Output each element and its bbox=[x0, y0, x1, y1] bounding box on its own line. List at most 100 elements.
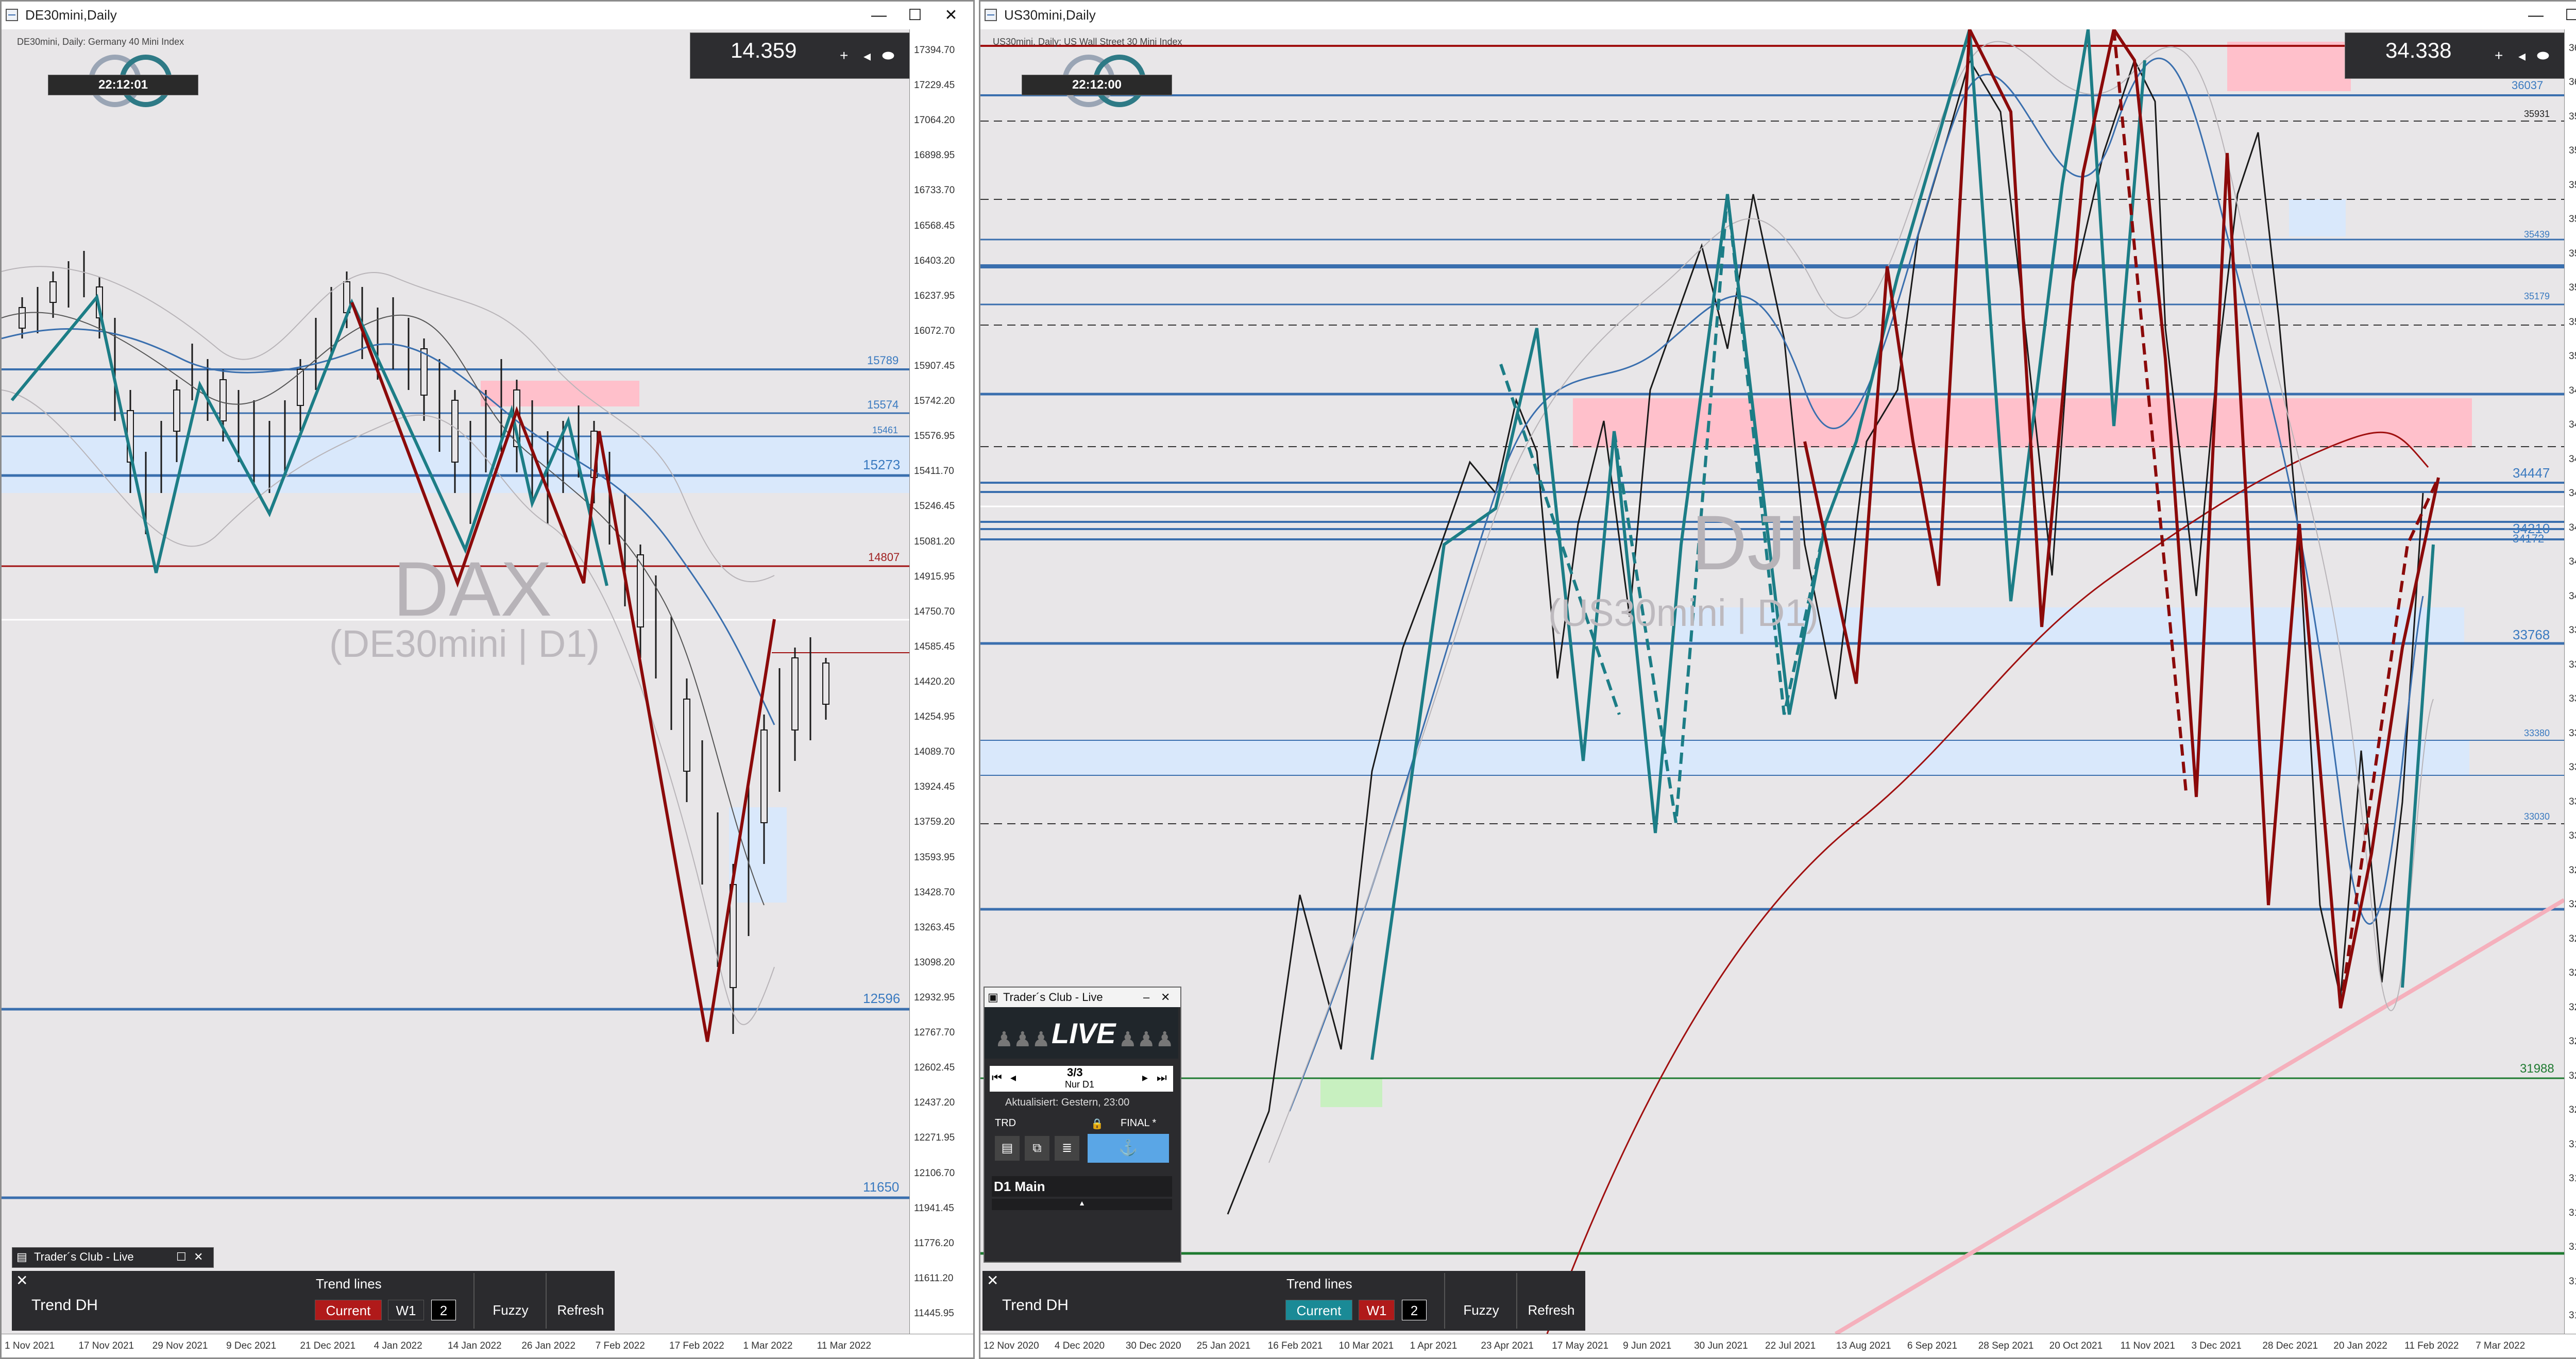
left-window-title: DE30mini,Daily bbox=[25, 7, 117, 23]
time-axis-label: 1 Nov 2021 bbox=[5, 1340, 55, 1351]
trend-panel-name: Trend DH bbox=[31, 1297, 98, 1314]
btn-w1[interactable]: W1 bbox=[1359, 1300, 1395, 1320]
plus-icon[interactable]: + bbox=[2495, 47, 2503, 64]
right-titlebar[interactable]: US30mini,Daily — ☐ ✕ bbox=[980, 2, 2576, 30]
arrow-left-icon[interactable]: ◂ bbox=[2518, 47, 2526, 64]
right-clock: 22:12:00 bbox=[1022, 75, 1172, 95]
minimize-button[interactable]: — bbox=[864, 4, 894, 27]
btn-count[interactable]: 2 bbox=[1402, 1300, 1427, 1320]
price-axis-label: 13759.20 bbox=[914, 817, 955, 828]
right-window-title: US30mini,Daily bbox=[1004, 7, 1096, 23]
price-axis-label: 35816.00 bbox=[2569, 145, 2576, 157]
price-axis-label: 31192.00 bbox=[2569, 1310, 2576, 1321]
time-axis-label: 20 Jan 2022 bbox=[2333, 1340, 2387, 1351]
left-chart-area[interactable]: DE30mini, Daily: Germany 40 Mini Index D… bbox=[2, 29, 909, 1334]
left-titlebar[interactable]: DE30mini,Daily — ☐ ✕ bbox=[2, 2, 973, 30]
btn-fuzzy[interactable]: Fuzzy bbox=[1451, 1300, 1511, 1320]
time-axis-label: 10 Mar 2021 bbox=[1338, 1340, 1394, 1351]
price-axis-label: 13263.45 bbox=[914, 922, 955, 933]
price-axis-label: 34184.00 bbox=[2569, 556, 2576, 568]
toggle-icon[interactable]: ⬬ bbox=[882, 47, 894, 64]
price-axis-label: 15907.45 bbox=[914, 361, 955, 371]
tc-live-banner: LIVE ♟♟♟ ♟♟♟ bbox=[985, 1007, 1178, 1059]
arrow-left-icon[interactable]: ◂ bbox=[863, 47, 871, 64]
level-label-33768: 33768 bbox=[2513, 627, 2550, 642]
silhouettes-icon-2: ♟♟♟ bbox=[1118, 1028, 1174, 1051]
right-time-axis: 12 Nov 2020 4 Dec 2020 30 Dec 2020 25 Jan 2… bbox=[980, 1334, 2576, 1357]
maximize-button[interactable]: ☐ bbox=[2557, 4, 2576, 27]
time-axis-label: 22 Jul 2021 bbox=[1765, 1340, 1816, 1351]
close-icon[interactable]: ✕ bbox=[16, 1272, 28, 1289]
time-axis-label: 4 Dec 2020 bbox=[1054, 1340, 1105, 1351]
time-axis-label: 23 Apr 2021 bbox=[1481, 1340, 1534, 1351]
close-icon[interactable]: ✕ bbox=[987, 1272, 998, 1289]
time-axis-label: 1 Mar 2022 bbox=[743, 1340, 793, 1351]
tc-app-icon: ▣ bbox=[988, 991, 998, 1004]
time-axis-label: 25 Jan 2021 bbox=[1196, 1340, 1251, 1351]
tc-title: Trader´s Club - Live bbox=[1003, 991, 1103, 1004]
price-axis-label: 34048.00 bbox=[2569, 590, 2576, 602]
close-button[interactable]: ✕ bbox=[936, 4, 966, 27]
btn-w1[interactable]: W1 bbox=[388, 1300, 424, 1320]
price-axis-label: 12932.95 bbox=[914, 992, 955, 1003]
price-axis-label: 14585.45 bbox=[914, 641, 955, 652]
level-label-15789: 15789 bbox=[867, 354, 899, 367]
stack-icon[interactable]: ≣ bbox=[1055, 1136, 1079, 1161]
price-axis-label: 31320.00 bbox=[2569, 1276, 2576, 1287]
first-icon[interactable]: ⏮ bbox=[992, 1071, 1002, 1084]
btn-refresh[interactable]: Refresh bbox=[1520, 1300, 1582, 1320]
minimize-icon[interactable]: – bbox=[1143, 988, 1149, 1007]
level-label-12596: 12596 bbox=[863, 991, 901, 1006]
close-icon[interactable]: ✕ bbox=[1161, 988, 1170, 1007]
tc-trd-label: TRD bbox=[995, 1117, 1016, 1129]
prev-icon[interactable]: ◂ bbox=[1010, 1071, 1016, 1084]
price-axis-label: 31736.00 bbox=[2569, 1173, 2576, 1184]
doc-icon[interactable]: ▤ bbox=[995, 1136, 1020, 1161]
price-axis-label: 13924.45 bbox=[914, 782, 955, 793]
level-label-15461: 15461 bbox=[872, 425, 899, 435]
btn-current[interactable]: Current bbox=[1285, 1300, 1352, 1320]
price-axis-label: 17229.45 bbox=[914, 80, 955, 91]
level-label-36037: 36037 bbox=[2512, 79, 2544, 92]
time-axis-label: 28 Dec 2021 bbox=[2262, 1340, 2318, 1351]
maximize-button[interactable]: ☐ bbox=[900, 4, 930, 27]
plus-icon[interactable]: + bbox=[840, 47, 848, 64]
time-axis-label: 21 Dec 2021 bbox=[300, 1340, 356, 1351]
price-axis-label: 15081.20 bbox=[914, 536, 955, 547]
toggle-icon[interactable]: ⬬ bbox=[2537, 47, 2549, 64]
price-axis-label: 12271.95 bbox=[914, 1132, 955, 1144]
next-icon[interactable]: ▸ bbox=[1142, 1071, 1148, 1084]
level-label-11650: 11650 bbox=[863, 1179, 900, 1195]
level-label-15273: 15273 bbox=[863, 457, 901, 472]
trend-line-pink bbox=[1834, 898, 2564, 1334]
windows-icon[interactable]: ⧉ bbox=[1025, 1136, 1049, 1161]
left-time-axis: 1 Nov 2021 17 Nov 2021 29 Nov 2021 9 Dec 20… bbox=[2, 1334, 973, 1357]
btn-fuzzy[interactable]: Fuzzy bbox=[481, 1300, 540, 1320]
left-symbol-description: DE30mini, Daily: Germany 40 Mini Index bbox=[17, 37, 184, 47]
right-price-axis: 36224.00 36088.00 35952.00 35816.00 35680.00… bbox=[2564, 29, 2576, 1334]
anchor-button[interactable]: ⚓ bbox=[1088, 1134, 1169, 1163]
price-axis-label: 15411.70 bbox=[914, 466, 954, 477]
silhouettes-icon: ♟♟♟ bbox=[995, 1028, 1050, 1051]
minimize-button[interactable]: — bbox=[2521, 4, 2551, 27]
mini-panel-title: Trader´s Club - Live bbox=[34, 1250, 134, 1263]
traders-club-header[interactable]: ▣ Trader´s Club - Live – ✕ bbox=[985, 988, 1180, 1007]
trend-lines-heading: Trend lines bbox=[1286, 1276, 1352, 1292]
price-axis-label: 33368.00 bbox=[2569, 762, 2576, 773]
btn-count[interactable]: 2 bbox=[431, 1300, 456, 1320]
level-label-15574: 15574 bbox=[867, 398, 899, 411]
last-icon[interactable]: ⏭ bbox=[1157, 1071, 1167, 1084]
close-icon[interactable]: ✕ bbox=[194, 1248, 203, 1266]
tc-live-logo: LIVE bbox=[1052, 1017, 1116, 1049]
btn-refresh[interactable]: Refresh bbox=[550, 1300, 612, 1320]
price-axis-label: 33504.00 bbox=[2569, 727, 2576, 739]
left-mini-panel[interactable]: ▤ Trader´s Club - Live ☐ ✕ bbox=[12, 1247, 214, 1268]
collapse-up-icon[interactable]: ▲ bbox=[992, 1199, 1172, 1210]
price-axis-label: 34864.00 bbox=[2569, 385, 2576, 396]
restore-icon[interactable]: ☐ bbox=[176, 1248, 187, 1266]
right-chart-area[interactable]: US30mini, Daily: US Wall Street 30 Mini … bbox=[980, 29, 2564, 1334]
separator bbox=[473, 1273, 474, 1329]
level-label-35931: 35931 bbox=[2524, 109, 2550, 119]
price-axis-label: 32144.00 bbox=[2569, 1070, 2576, 1081]
btn-current[interactable]: Current bbox=[315, 1300, 382, 1320]
